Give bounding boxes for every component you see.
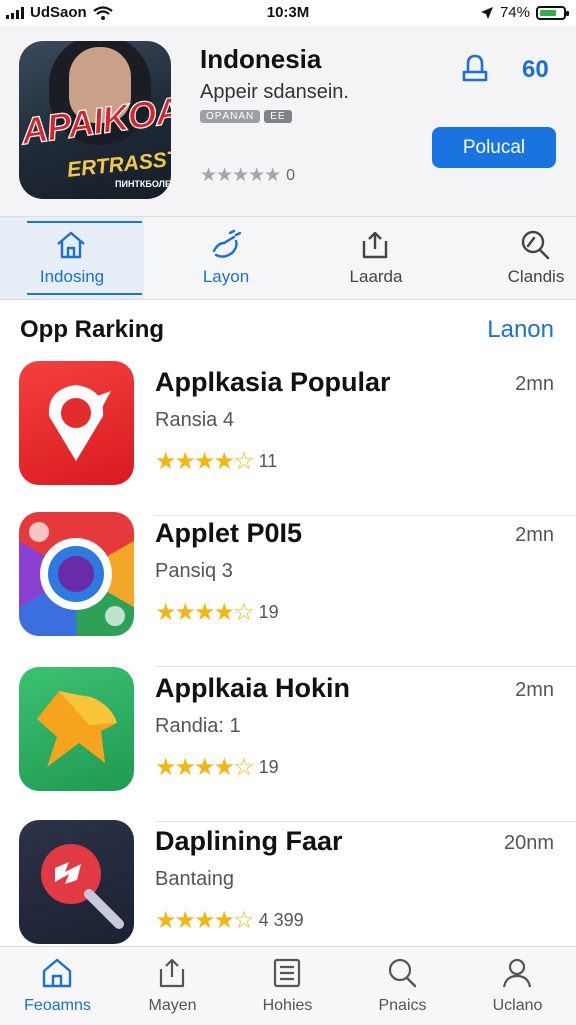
app-rating: ★★★★☆ 19: [155, 753, 279, 782]
tag: EE: [264, 110, 292, 123]
app-size: 2mn: [515, 524, 554, 546]
search-icon: [521, 230, 550, 260]
category-tabs: Indosing Layon Laarda Clandis: [0, 216, 576, 300]
rating-stars: ★★★★☆: [155, 599, 255, 626]
app-subtitle: Appeir sdansein.: [200, 81, 349, 103]
rating-count: 4 399: [258, 910, 304, 930]
tab-clandis[interactable]: Clandis: [464, 217, 576, 299]
rating-stars: ★★★★☆: [155, 754, 255, 781]
nav-uclano[interactable]: Uclano: [460, 947, 575, 1025]
app-rating: ★★★★☆ 19: [155, 598, 279, 627]
rating-count: 19: [258, 757, 279, 777]
app-rating: ★★★★☆ 4 399: [155, 906, 304, 935]
rating-stars: ★★★★★: [200, 165, 281, 186]
nav-mayen[interactable]: Mayen: [115, 947, 230, 1025]
tab-label: Clandis: [507, 267, 565, 286]
section-title: Opp Rarking: [20, 316, 165, 343]
nav-label: Feoamns: [24, 997, 91, 1014]
rating-count: 0: [286, 166, 296, 184]
nav-pnaics[interactable]: Pnaics: [345, 947, 460, 1025]
share-box-icon: [362, 231, 388, 259]
red-play-icon: [19, 820, 134, 944]
tab-indicator: [27, 221, 142, 223]
share-label[interactable]: 60: [522, 56, 549, 84]
app-title: Applet P0I5: [155, 518, 303, 548]
nav-label: Pnaics: [378, 997, 427, 1014]
app-header: APAIKOAN ERTRASST ПИНТКБОЛЕК Indonesia A…: [0, 26, 576, 216]
section-see-all-link[interactable]: Lanon: [487, 316, 554, 344]
share-icon[interactable]: [458, 50, 492, 84]
search-icon: [388, 958, 417, 988]
hand-icon: [212, 229, 242, 258]
battery-percent: 74%: [499, 4, 530, 21]
app-rank: Pansiq 3: [155, 560, 233, 582]
app-rating: ★★★★★ 0: [200, 164, 295, 187]
tab-indicator: [27, 293, 142, 295]
person-icon: [502, 958, 532, 988]
nav-hohies[interactable]: Hohies: [230, 947, 345, 1025]
app-icon[interactable]: APAIKOAN ERTRASST ПИНТКБОЛЕК: [19, 41, 171, 199]
app-title: Applkasia Popular: [155, 367, 391, 397]
orange-star-icon: [19, 667, 134, 791]
tab-label: Indosing: [39, 267, 105, 286]
tab-label: Laarda: [349, 267, 403, 286]
tab-label: Layon: [202, 267, 250, 286]
tab-layon[interactable]: Layon: [154, 217, 298, 299]
house-icon: [57, 231, 85, 259]
nav-label: Mayen: [148, 997, 197, 1014]
app-rank: Ransia 4: [155, 409, 234, 431]
app-size: 2mn: [515, 679, 554, 701]
status-right: 74%: [480, 4, 569, 21]
app-size: 20nm: [503, 832, 554, 854]
nav-label: Uclano: [492, 997, 543, 1014]
location-icon: [480, 6, 493, 19]
app-tags: OРANAN EE: [200, 110, 292, 123]
app-icon-subtitle: ERTRASST: [66, 147, 171, 182]
battery-icon: [536, 5, 569, 20]
list-item[interactable]: Applkaia Hokin Randia: 1 ★★★★☆ 19 2mn: [0, 667, 576, 822]
list-item[interactable]: Applkasia Popular Ransia 4 ★★★★☆ 11 2mn: [0, 361, 576, 516]
list-icon: [273, 958, 301, 988]
tab-laarda[interactable]: Laarda: [304, 217, 448, 299]
tab-indosing[interactable]: Indosing: [0, 217, 144, 299]
home-icon: [42, 958, 72, 988]
colorful-camera-icon: [19, 512, 134, 636]
app-icon-small-text: ПИНТКБОЛЕК: [115, 179, 171, 189]
rating-stars: ★★★★☆: [155, 907, 255, 934]
rating-stars: ★★★★☆: [155, 448, 255, 475]
tag: OРANAN: [200, 110, 261, 123]
nav-label: Hohies: [262, 997, 313, 1014]
bottom-navigation: Feoamns Mayen Hohies Pnaics Uclano: [0, 946, 576, 1025]
app-title: Applkaia Hokin: [155, 673, 351, 703]
app-name: Indonesia: [200, 44, 322, 74]
red-pin-icon: [19, 361, 134, 485]
status-bar: UdSaon 10:3M 74%: [0, 0, 576, 26]
app-rating: ★★★★☆ 11: [155, 447, 277, 476]
rating-count: 19: [258, 602, 279, 622]
app-size: 2mn: [515, 373, 554, 395]
app-rank: Bantaing: [155, 868, 234, 890]
app-rank: Randia: 1: [155, 715, 241, 737]
share-icon: [159, 958, 185, 988]
list-item[interactable]: Applet P0I5 Pansiq 3 ★★★★☆ 19 2mn: [0, 512, 576, 667]
app-title: Daplining Faar: [155, 826, 343, 856]
get-button[interactable]: Polucal: [432, 127, 556, 168]
rating-count: 11: [258, 451, 278, 471]
nav-feoamns[interactable]: Feoamns: [0, 947, 115, 1025]
